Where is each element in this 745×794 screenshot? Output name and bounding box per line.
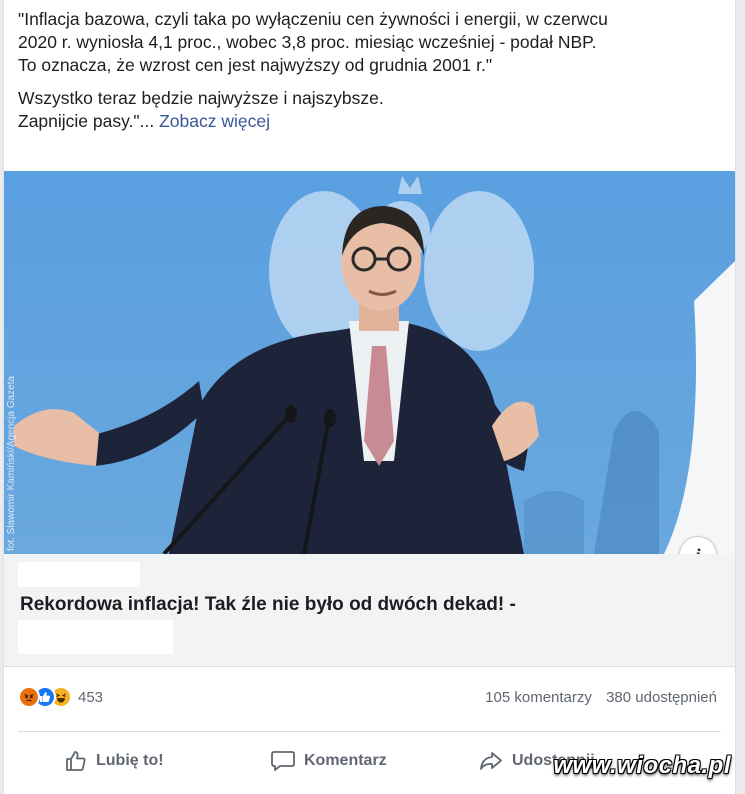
like-button[interactable]: Lubię to! — [64, 738, 164, 784]
like-label: Lubię to! — [96, 752, 164, 769]
comments-shares: 105 komentarzy 380 udostępnień — [485, 689, 717, 706]
share-icon — [480, 752, 502, 770]
see-more-link[interactable]: Zobacz więcej — [159, 111, 270, 131]
post-text-line-1: "Inflacja bazowa, czyli taka po wyłączen… — [18, 9, 608, 29]
watermark: www.wiocha.pl — [553, 752, 731, 779]
post-photo[interactable]: fot. Sławomir Kamiński/Agencja Gazeta — [4, 171, 735, 554]
post-text: "Inflacja bazowa, czyli taka po wyłączen… — [18, 8, 718, 133]
post-text-line-5: Zapnijcie pasy."... Zobacz więcej — [18, 110, 718, 133]
comment-button[interactable]: Komentarz — [270, 738, 387, 784]
comment-label: Komentarz — [304, 752, 387, 769]
reaction-count: 453 — [78, 688, 104, 706]
share-count[interactable]: 380 udostępnień — [606, 689, 717, 706]
link-headline[interactable]: Rekordowa inflacja! Tak źle nie było od … — [20, 594, 516, 616]
post-text-line-3: To oznacza, że wzrost cen jest najwyższy… — [18, 55, 493, 75]
divider — [18, 731, 721, 732]
post-text-line-4: Wszystko teraz będzie najwyższe i najszy… — [18, 88, 384, 108]
comment-icon — [271, 751, 295, 771]
reactions-summary[interactable]: 453 — [18, 686, 103, 708]
redacted-headline-tail — [18, 620, 173, 654]
photo-illustration — [4, 171, 735, 554]
photo-credit: fot. Sławomir Kamiński/Agencja Gazeta — [6, 375, 17, 551]
post-card: "Inflacja bazowa, czyli taka po wyłączen… — [3, 0, 736, 794]
post-text-line-2: 2020 r. wyniosła 4,1 proc., wobec 3,8 pr… — [18, 32, 597, 52]
post-text-tail: Zapnijcie pasy."... — [18, 111, 155, 131]
redacted-domain — [18, 562, 140, 587]
engagement-stats: 453 105 komentarzy 380 udostępnień — [4, 678, 735, 718]
comment-count[interactable]: 105 komentarzy — [485, 689, 592, 706]
angry-icon — [18, 686, 40, 708]
thumbs-up-icon — [66, 751, 86, 771]
